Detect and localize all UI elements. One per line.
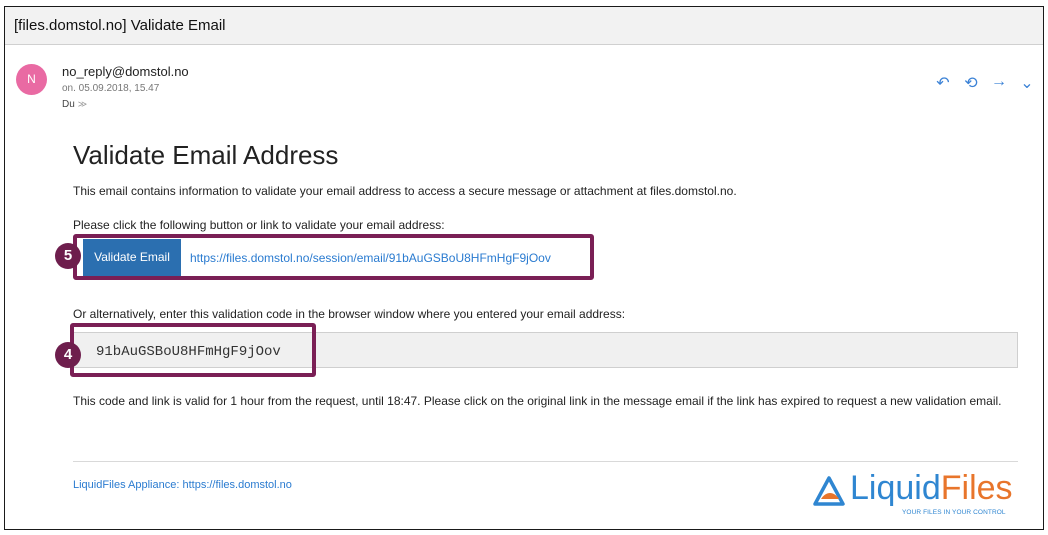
logo-tagline: YOUR FILES IN YOUR CONTROL	[902, 509, 1006, 516]
step-badge-5: 5	[55, 243, 81, 269]
page-title: Validate Email Address	[73, 140, 339, 170]
step-badge-4: 4	[55, 342, 81, 368]
email-date: on. 05.09.2018, 15.47	[62, 83, 160, 94]
intro-text: This email contains information to valid…	[73, 184, 737, 198]
expand-chevron-icon[interactable]: ≫	[78, 99, 87, 109]
instruction-text: Please click the following button or lin…	[73, 218, 445, 232]
footer: LiquidFiles Appliance: https://files.dom…	[73, 479, 292, 491]
footer-link[interactable]: https://files.domstol.no	[182, 479, 291, 491]
more-chevron-icon[interactable]: ⌄	[1019, 73, 1035, 93]
reply-icon[interactable]: ↶	[935, 73, 951, 93]
recipient-label: Du	[62, 99, 75, 110]
email-subject: [files.domstol.no] Validate Email	[14, 17, 226, 34]
footer-label: LiquidFiles Appliance:	[73, 479, 180, 491]
forward-icon[interactable]: →	[991, 73, 1007, 93]
avatar[interactable]: N	[16, 64, 47, 95]
footer-divider	[73, 461, 1018, 462]
recipient-line[interactable]: Du ≫	[62, 99, 87, 110]
highlight-box-code	[70, 323, 316, 377]
reply-all-icon[interactable]: ⟲	[963, 73, 979, 93]
alternative-text: Or alternatively, enter this validation …	[73, 307, 626, 321]
message-actions: ↶ ⟲ → ⌄	[935, 73, 1035, 93]
subject-bar: [files.domstol.no] Validate Email	[5, 7, 1043, 45]
highlight-box-button	[73, 234, 594, 280]
validity-note: This code and link is valid for 1 hour f…	[73, 394, 1002, 408]
logo-triangle-icon	[813, 476, 845, 506]
email-window: [files.domstol.no] Validate Email N no_r…	[4, 6, 1044, 530]
logo-wordmark: LiquidFiles	[850, 469, 1013, 507]
liquidfiles-logo: LiquidFiles YOUR FILES IN YOUR CONTROL	[812, 469, 1022, 519]
sender-address[interactable]: no_reply@domstol.no	[62, 64, 189, 79]
